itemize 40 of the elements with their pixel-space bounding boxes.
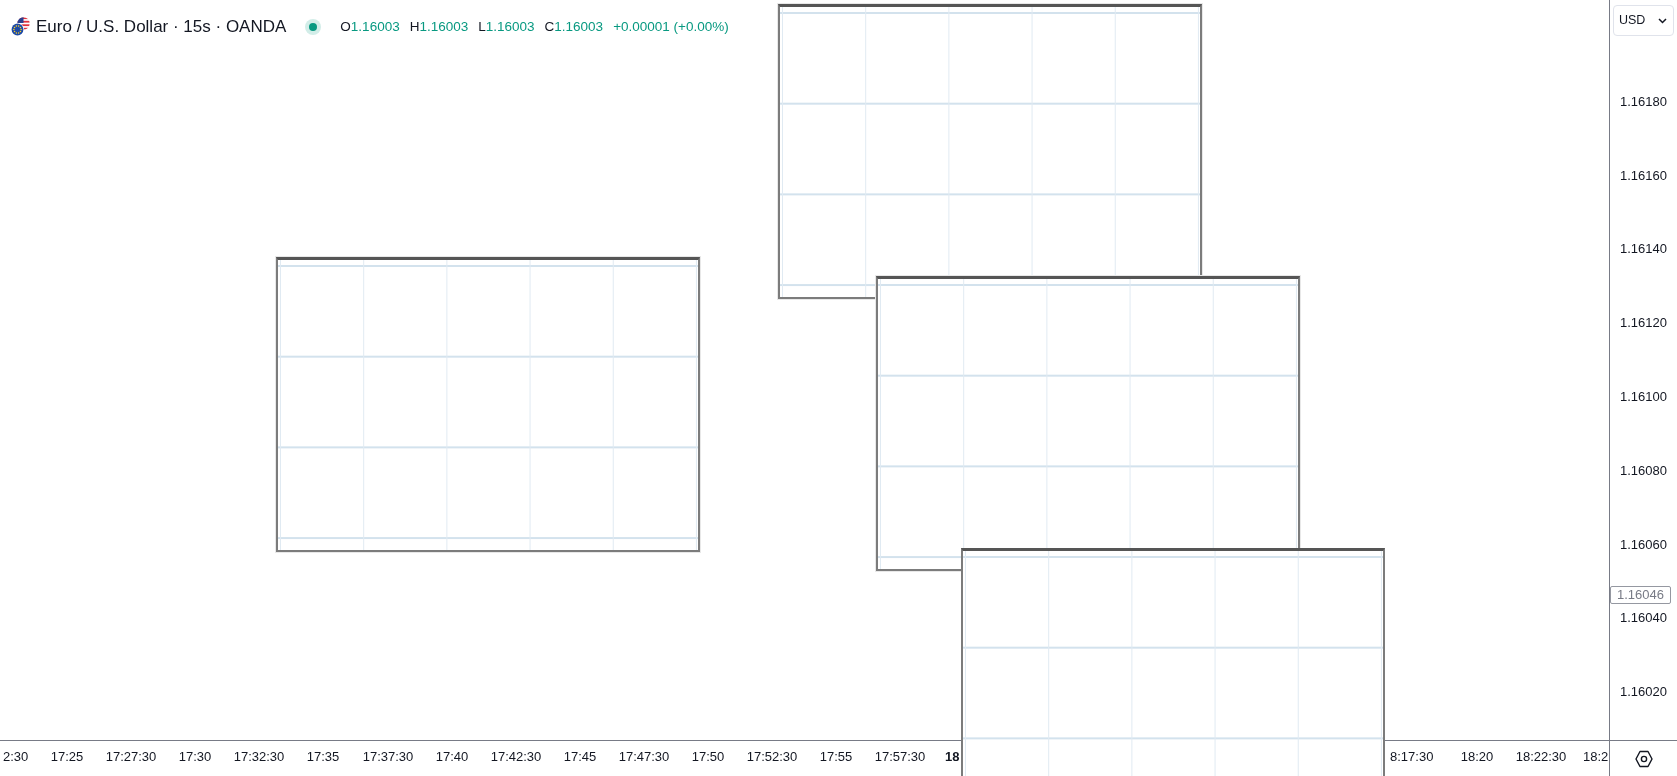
price-label: 1.16180 bbox=[1620, 93, 1667, 110]
time-label: 17:45 bbox=[563, 749, 597, 765]
time-label: 2:30 bbox=[3, 749, 29, 765]
price-label: 1.16100 bbox=[1620, 389, 1667, 406]
symbol-title: Euro / U.S. Dollar · 15s · OANDA bbox=[36, 16, 287, 37]
time-label: 17:42:30 bbox=[490, 749, 542, 765]
price-label: 1.16040 bbox=[1620, 610, 1667, 627]
time-label: 17:52:30 bbox=[746, 749, 798, 765]
time-label: 18:22:30 bbox=[1515, 749, 1567, 765]
currency-dropdown[interactable]: USD bbox=[1613, 5, 1674, 36]
current-price-label: 1.16046 bbox=[1610, 586, 1671, 604]
chevron-down-icon bbox=[1658, 17, 1667, 24]
time-label: 17:37:30 bbox=[362, 749, 414, 765]
time-label: 17:30 bbox=[178, 749, 212, 765]
time-label: 8:17:30 bbox=[1390, 749, 1434, 765]
price-label: 1.16020 bbox=[1620, 684, 1667, 701]
settings-icon[interactable] bbox=[1634, 749, 1653, 768]
ohlc-reading: L1.16003 bbox=[478, 17, 535, 36]
ohlc-reading: H1.16003 bbox=[409, 17, 469, 36]
price-label: 1.16120 bbox=[1620, 315, 1667, 332]
time-label: 17:32:30 bbox=[233, 749, 285, 765]
time-label: 17:25 bbox=[50, 749, 84, 765]
price-label: 1.16080 bbox=[1620, 462, 1667, 479]
ohlc-reading: O1.16003 bbox=[340, 17, 400, 36]
ohlc-reading: C1.16003 bbox=[544, 17, 604, 36]
price-label: 1.16060 bbox=[1620, 536, 1667, 553]
price-change: +0.00001 (+0.00%) bbox=[613, 17, 729, 36]
currency-flags-icon bbox=[11, 17, 30, 36]
time-label: 17:57:30 bbox=[874, 749, 926, 765]
time-label: 18 bbox=[945, 749, 960, 765]
time-label: 17:35 bbox=[306, 749, 340, 765]
time-label: 18:20 bbox=[1460, 749, 1494, 765]
time-label: 17:50 bbox=[691, 749, 725, 765]
time-label: 17:27:30 bbox=[105, 749, 157, 765]
price-label: 1.16160 bbox=[1620, 167, 1667, 184]
time-label: 17:47:30 bbox=[618, 749, 670, 765]
time-label: 18:2 bbox=[1583, 749, 1609, 765]
time-label: 17:55 bbox=[819, 749, 853, 765]
price-label: 1.16140 bbox=[1620, 241, 1667, 258]
time-label: 17:40 bbox=[435, 749, 469, 765]
